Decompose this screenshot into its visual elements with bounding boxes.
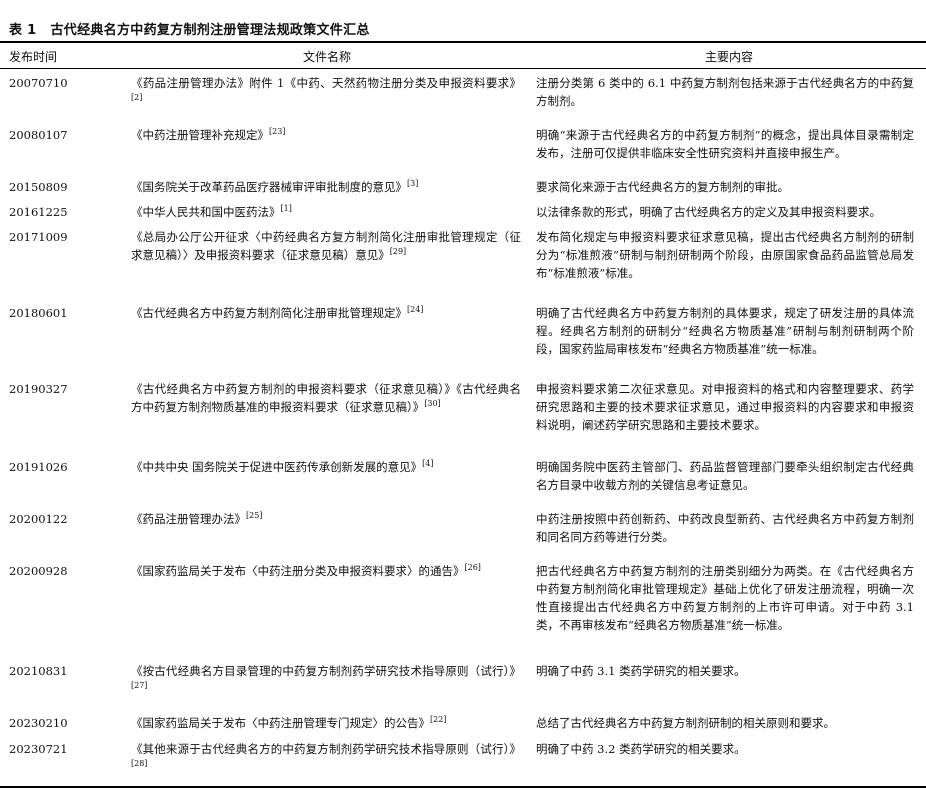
row-document-name: 《古代经典名方中药复方制剂的申报资料要求（征求意见稿）》《古代经典名方中药复方制…	[131, 380, 521, 416]
row-document-name: 《中华人民共和国中医药法》[1]	[131, 203, 521, 221]
row-document-name: 《其他来源于古代经典名方的中药复方制剂药学研究技术指导原则（试行）》 [28]	[131, 740, 521, 776]
row-date: 20210831	[9, 664, 68, 678]
citation-ref: [4]	[422, 459, 434, 468]
row-date: 20191026	[9, 460, 68, 474]
document-title: 《其他来源于古代经典名方的中药复方制剂药学研究技术指导原则（试行）》	[131, 742, 521, 756]
table-title: 古代经典名方中药复方制剂注册管理法规政策文件汇总	[50, 23, 370, 38]
row-document-name: 《药品注册管理办法》[25]	[131, 510, 521, 528]
row-date: 20200122	[9, 512, 68, 526]
document-title: 《药品注册管理办法》附件 1《中药、天然药物注册分类及申报资料要求》	[131, 76, 521, 90]
row-document-name: 《药品注册管理办法》附件 1《中药、天然药物注册分类及申报资料要求》 [2]	[131, 74, 521, 110]
document-title: 《中药注册管理补充规定》	[131, 128, 269, 142]
row-document-name: 《古代经典名方中药复方制剂简化注册审批管理规定》[24]	[131, 304, 521, 322]
row-date: 20180601	[9, 306, 68, 320]
row-main-content: 以法律条款的形式，明确了古代经典名方的定义及其申报资料要求。	[536, 205, 881, 219]
citation-ref: [29]	[389, 247, 407, 256]
row-main-content: 把古代经典名方中药复方制剂的注册类别细分为两类。在《古代经典名方中药复方制剂简化…	[536, 564, 914, 632]
row-document-name: 《中共中央 国务院关于促进中医药传承创新发展的意见》[4]	[131, 458, 521, 476]
row-date: 20200928	[9, 564, 68, 578]
citation-ref: [27]	[131, 681, 148, 690]
citation-ref: [26]	[464, 563, 481, 572]
row-date: 20070710	[9, 76, 68, 90]
row-date: 20161225	[9, 205, 68, 219]
table-label: 表 1	[9, 23, 37, 38]
row-document-name: 《按古代经典名方目录管理的中药复方制剂药学研究技术指导原则（试行）》 [27]	[131, 662, 521, 698]
citation-ref: [2]	[131, 93, 143, 102]
row-date: 20190327	[9, 382, 68, 396]
row-main-content: 总结了古代经典名方中药复方制剂研制的相关原则和要求。	[536, 716, 835, 730]
citation-ref: [22]	[430, 715, 447, 724]
citation-ref: [28]	[131, 759, 148, 768]
row-date: 20230210	[9, 716, 68, 730]
row-main-content: 中药注册按照中药创新药、中药改良型新药、古代经典名方中药复方制剂和同名同方药等进…	[536, 512, 914, 544]
citation-ref: [23]	[269, 127, 286, 136]
row-main-content: 明确了中药 3.2 类药学研究的相关要求。	[536, 742, 746, 756]
row-document-name: 《中药注册管理补充规定》[23]	[131, 126, 521, 144]
row-date: 20080107	[9, 128, 68, 142]
bottom-rule	[0, 786, 926, 788]
document-title: 《中华人民共和国中医药法》	[131, 205, 281, 219]
row-date: 20150809	[9, 180, 68, 194]
document-title: 《按古代经典名方目录管理的中药复方制剂药学研究技术指导原则（试行）》	[131, 664, 521, 678]
header-date: 发布时间	[9, 50, 58, 64]
table-caption: 表 1 古代经典名方中药复方制剂注册管理法规政策文件汇总	[9, 19, 370, 38]
row-main-content: 发布简化规定与申报资料要求征求意见稿，提出古代经典名方制剂的研制分为“标准煎液”…	[536, 230, 914, 280]
citation-ref: [3]	[407, 179, 419, 188]
table-page: 表 1 古代经典名方中药复方制剂注册管理法规政策文件汇总 发布时间 文件名称 主要…	[0, 0, 926, 790]
row-document-name: 《国家药监局关于发布〈中药注册分类及申报资料要求〉的通告》[26]	[131, 562, 521, 580]
row-main-content: 申报资料要求第二次征求意见。对申报资料的格式和内容整理要求、药学研究思路和主要的…	[536, 382, 914, 432]
document-title: 《古代经典名方中药复方制剂的申报资料要求（征求意见稿）》《古代经典名方中药复方制…	[131, 382, 521, 414]
citation-ref: [25]	[246, 511, 263, 520]
row-document-name: 《总局办公厅公开征求〈中药经典名方复方制剂简化注册审批管理规定（征求意见稿）〉及…	[131, 228, 521, 264]
document-title: 《总局办公厅公开征求〈中药经典名方复方制剂简化注册审批管理规定（征求意见稿）〉及…	[131, 230, 521, 262]
row-main-content: 要求简化来源于古代经典名方的复方制剂的审批。	[536, 180, 789, 194]
document-title: 《国务院关于改革药品医疗器械审评审批制度的意见》	[131, 180, 407, 194]
document-title: 《药品注册管理办法》	[131, 512, 246, 526]
row-document-name: 《国家药监局关于发布〈中药注册管理专门规定〉的公告》[22]	[131, 714, 521, 732]
document-title: 《国家药监局关于发布〈中药注册管理专门规定〉的公告》	[131, 716, 430, 730]
top-rule	[0, 41, 926, 43]
citation-ref: [30]	[424, 399, 441, 408]
row-date: 20230721	[9, 742, 68, 756]
header-name: 文件名称	[303, 50, 352, 64]
citation-ref: [24]	[407, 305, 424, 314]
row-date: 20171009	[9, 230, 68, 244]
row-document-name: 《国务院关于改革药品医疗器械审评审批制度的意见》[3]	[131, 178, 521, 196]
row-main-content: 注册分类第 6 类中的 6.1 中药复方制剂包括来源于古代经典名方的中药复方制剂…	[536, 76, 914, 108]
row-main-content: 明确“来源于古代经典名方的中药复方制剂”的概念，提出具体目录需制定发布，注册可仅…	[536, 128, 914, 160]
header-content: 主要内容	[705, 50, 754, 64]
row-main-content: 明确了中药 3.1 类药学研究的相关要求。	[536, 664, 746, 678]
row-main-content: 明确国务院中医药主管部门、药品监督管理部门要牵头组织制定古代经典名方目录中收载方…	[536, 460, 914, 492]
document-title: 《中共中央 国务院关于促进中医药传承创新发展的意见》	[131, 460, 423, 474]
document-title: 《国家药监局关于发布〈中药注册分类及申报资料要求〉的通告》	[131, 564, 465, 578]
citation-ref: [1]	[280, 204, 292, 213]
document-title: 《古代经典名方中药复方制剂简化注册审批管理规定》	[131, 306, 407, 320]
row-main-content: 明确了古代经典名方中药复方制剂的具体要求，规定了研发注册的具体流程。经典名方制剂…	[536, 306, 914, 356]
header-rule	[0, 68, 926, 69]
